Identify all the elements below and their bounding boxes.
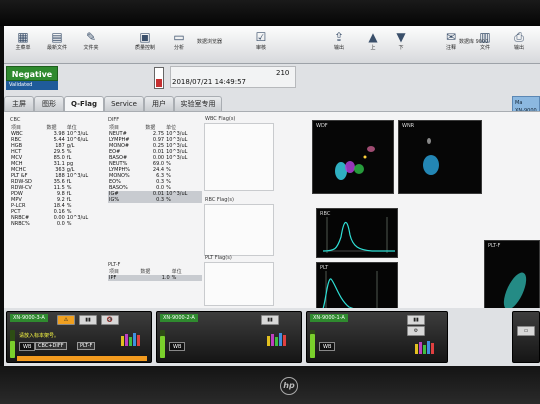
analyzer-unit-1[interactable]: XN-9000-1-A ▮▮ ⚙ WB	[306, 311, 448, 363]
mode-badge: WB	[19, 342, 36, 351]
settings-icon[interactable]: ⚙	[407, 326, 425, 336]
toolbar-button-file[interactable]: ▥ 文件	[468, 28, 502, 62]
diff-table: 项目 数据 单位 NEUT# 2.75 10^3/uL LYMPH# 0.97 10^3/…	[108, 125, 202, 203]
warning-icon[interactable]: ⚠	[57, 315, 75, 325]
value-cell: 1.0	[139, 275, 171, 281]
up-arrow-icon: ▲	[368, 30, 378, 44]
toolbar-button-print[interactable]: ⎙ 输出	[502, 28, 536, 62]
comment-icon: ✉	[445, 30, 457, 44]
down-arrow-icon: ▼	[396, 30, 406, 44]
sample-tube-icon	[154, 67, 164, 89]
home-icon: ▦	[17, 30, 29, 44]
toolbar-button-folder[interactable]: ✎ 文件夹	[74, 28, 108, 62]
wbc-flags-title: WBC Flag(s)	[205, 116, 236, 122]
toolbar-button-validate[interactable]: ☑ 审核	[244, 28, 278, 62]
output-icon: ⇪	[333, 30, 345, 44]
hp-logo: hp	[280, 377, 298, 395]
value-cell: 0.3	[144, 197, 166, 203]
discrete-chip: CBC+DIFF	[35, 342, 67, 350]
validation-status: Validated	[6, 81, 58, 90]
toolbar-button-comment[interactable]: ✉ 注释	[434, 28, 468, 62]
wdf-plot	[335, 146, 375, 180]
sampler-unit[interactable]: ▭	[512, 311, 540, 363]
window-title: 数据浏览器	[197, 39, 223, 45]
discrete-chip: PLT-F	[77, 342, 96, 350]
reagent-icon[interactable]: ▮▮	[407, 315, 425, 325]
rbc-flags-title: RBC Flag(s)	[205, 197, 234, 203]
monitor-icon: ▭	[173, 30, 185, 44]
print-icon: ⎙	[514, 30, 524, 44]
cbc-table: 项目 数据 单位 WBC 3.98 10^3/uL RBC 5.44 10^6/uL HGB…	[10, 125, 102, 227]
sample-datetime: 2018/07/21 14:49:57	[172, 78, 247, 86]
analyzer-unit-3[interactable]: XN-9000-3-A ⚠ ▮▮ 🔇 请放入标本架号。 WB CBC+DIFF …	[6, 311, 152, 363]
reagent-level-icon	[121, 332, 143, 346]
mode-badge: WB	[319, 342, 336, 351]
toolbar-button-output[interactable]: ⇪ 输出	[322, 28, 356, 62]
file-icon: ▥	[479, 30, 491, 44]
toolbar-button-down[interactable]: ▼ 下	[384, 28, 418, 62]
plt-f-table: 项目 数据 单位 IPF 1.0%	[108, 269, 202, 281]
reagent-icon[interactable]: ▮▮	[261, 315, 279, 325]
item-cell: NRBC%	[11, 221, 30, 227]
reagent-icon[interactable]: ▮▮	[79, 315, 97, 325]
edit-icon: ✎	[85, 30, 97, 44]
table-row[interactable]: IPF 1.0%	[108, 275, 202, 281]
toolbar-button-qc[interactable]: ▣ 质量控制	[128, 28, 162, 62]
toolbar-button-recent[interactable]: ▤ 最新文件	[40, 28, 74, 62]
analyzer-screen: ▦ 主菜单 ▤ 最新文件 ✎ 文件夹 ▣ 质量控制 ▭ 分析 数据浏览器 ☑ 审核 ⇪ 输出 …	[4, 26, 540, 366]
cbc-title: CBC	[10, 117, 21, 123]
status-message: 请放入标本架号。	[19, 333, 60, 339]
tab-main[interactable]: 主屏	[4, 96, 34, 111]
main-toolbar: ▦ 主菜单 ▤ 最新文件 ✎ 文件夹 ▣ 质量控制 ▭ 分析 数据浏览器 ☑ 审核 ⇪ 输出 …	[4, 26, 540, 64]
monitor-bezel-top	[0, 0, 540, 26]
unit-cell: %	[66, 221, 72, 227]
item-cell: IPF	[108, 275, 140, 281]
wnr-plot	[423, 138, 439, 175]
wnr-scattergram: WNR	[398, 120, 482, 194]
table-row[interactable]: NRBC% 0.0%	[10, 221, 102, 227]
monitor-bezel-bottom	[0, 366, 540, 404]
rbc-flags-box	[204, 204, 274, 256]
plt-flags-box	[204, 262, 274, 306]
tab-q-flag[interactable]: Q-Flag	[64, 96, 104, 111]
toolbar-button-main-menu[interactable]: ▦ 主菜单	[6, 28, 40, 62]
progress-bar	[10, 330, 15, 358]
unit-cell: %	[165, 197, 202, 203]
judgement-badge: Negative	[6, 66, 58, 81]
tab-user[interactable]: 用户	[144, 96, 174, 111]
reagent-level-icon	[415, 340, 437, 354]
reagent-level-icon	[267, 332, 289, 346]
tab-graph[interactable]: 图形	[34, 96, 64, 111]
progress-bar	[160, 330, 165, 358]
sample-number: 210	[276, 69, 290, 77]
validate-icon: ☑	[255, 30, 267, 44]
analyzer-status-bar: XN-9000-3-A ⚠ ▮▮ 🔇 请放入标本架号。 WB CBC+DIFF …	[4, 308, 540, 366]
tab-bar: 主屏 图形 Q-Flag Service 用户 实验室专用	[4, 96, 540, 111]
sampler-icon[interactable]: ▭	[517, 326, 535, 336]
tab-service[interactable]: Service	[104, 96, 144, 111]
analyzer-unit-2[interactable]: XN-9000-2-A ▮▮ WB	[156, 311, 302, 363]
folder-icon: ▤	[51, 30, 63, 44]
wbc-flags-box	[204, 123, 274, 191]
rbc-histogram: RBC	[316, 208, 398, 258]
progress-bar	[310, 330, 315, 358]
value-cell: 0.0	[56, 221, 65, 227]
unit-cell: %	[170, 275, 202, 281]
toolbar-button-analysis[interactable]: ▭ 分析	[162, 28, 196, 62]
item-cell: IG%	[108, 197, 145, 203]
results-panel: CBC 项目 数据 单位 WBC 3.98 10^3/uL RBC 5.44 10^6/u…	[4, 111, 540, 333]
orange-status-bar	[17, 356, 147, 361]
tab-lab-only[interactable]: 实验室专用	[174, 96, 222, 111]
mode-badge: WB	[169, 342, 186, 351]
diff-title: DIFF	[108, 117, 120, 123]
mute-icon[interactable]: 🔇	[101, 315, 119, 325]
plt-flags-title: PLT Flag(s)	[205, 255, 232, 261]
clipboard-icon: ▣	[139, 30, 151, 44]
plt-f-title: PLT-F	[108, 262, 121, 268]
wdf-scattergram: WDF	[312, 120, 394, 194]
table-row[interactable]: IG% 0.3%	[108, 197, 202, 203]
